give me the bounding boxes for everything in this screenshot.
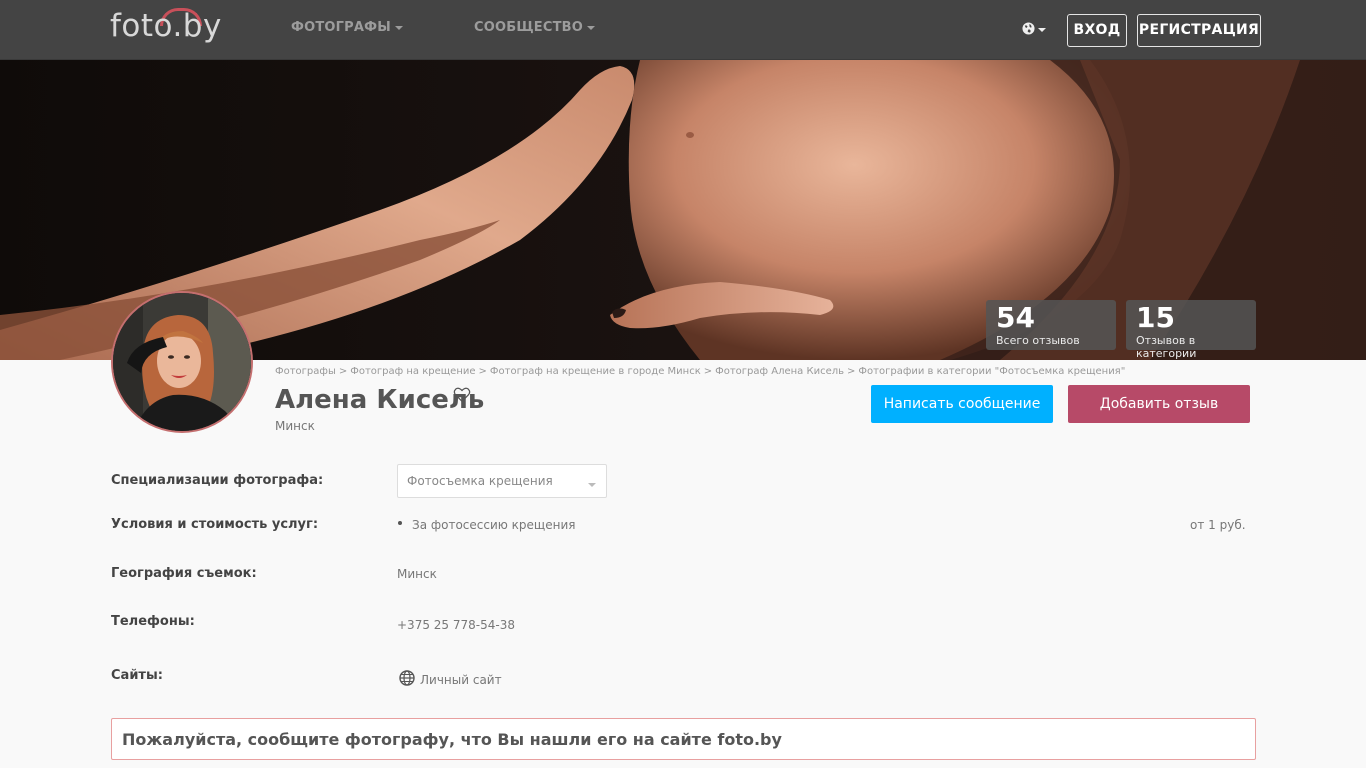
heart-icon[interactable] xyxy=(453,386,471,404)
login-button[interactable]: ВХОД xyxy=(1067,14,1127,47)
breadcrumb-christening[interactable]: Фотограф на крещение xyxy=(350,366,475,377)
breadcrumb-separator: > xyxy=(847,366,856,377)
add-review-button[interactable]: Добавить отзыв xyxy=(1068,385,1250,423)
globe-icon xyxy=(399,670,415,686)
breadcrumb-photographers[interactable]: Фотографы xyxy=(275,366,336,377)
notice-banner: Пожалуйста, сообщите фотографу, что Вы н… xyxy=(111,718,1256,760)
notice-text: Пожалуйста, сообщите фотографу, что Вы н… xyxy=(122,730,782,749)
list-bullet xyxy=(398,521,402,525)
breadcrumb-separator: > xyxy=(703,366,713,377)
top-navbar: foto.by ФОТОГРАФЫ СООБЩЕСТВО ВХОД РЕГИСТ… xyxy=(0,0,1366,60)
breadcrumb-photographer[interactable]: Фотограф Алена Кисель xyxy=(715,366,844,377)
services-label: Условия и стоимость услуг: xyxy=(111,517,319,532)
breadcrumb-separator: > xyxy=(338,366,348,377)
phone-number[interactable]: +375 25 778-54-38 xyxy=(397,618,515,632)
nav-photographers-label: ФОТОГРАФЫ xyxy=(291,20,391,35)
send-message-button[interactable]: Написать сообщение xyxy=(871,385,1053,423)
globe-icon xyxy=(1022,22,1035,35)
nav-photographers[interactable]: ФОТОГРАФЫ xyxy=(291,20,403,35)
nav-community[interactable]: СООБЩЕСТВО xyxy=(474,20,596,35)
chevron-down-icon xyxy=(1038,28,1046,32)
category-reviews-label: Отзывов в категории xyxy=(1136,334,1197,360)
breadcrumb: Фотографы > Фотограф на крещение > Фотограф … xyxy=(275,366,1125,377)
register-button[interactable]: РЕГИСТРАЦИЯ xyxy=(1137,14,1261,47)
logo-text: foto.by xyxy=(110,8,222,44)
chevron-down-icon xyxy=(588,483,596,487)
language-selector[interactable] xyxy=(1022,21,1048,39)
total-reviews-count: 54 xyxy=(996,301,1035,334)
category-reviews-count: 15 xyxy=(1136,301,1175,334)
specialization-selected: Фотосъемка крещения xyxy=(407,474,553,488)
personal-site-label: Личный сайт xyxy=(420,673,502,687)
breadcrumb-christening-minsk[interactable]: Фотограф на крещение в городе Минск xyxy=(490,366,701,377)
service-name: За фотосессию крещения xyxy=(412,518,576,532)
phones-label: Телефоны: xyxy=(111,614,195,629)
specialization-select[interactable]: Фотосъемка крещения xyxy=(397,464,607,498)
avatar-image xyxy=(113,293,251,431)
total-reviews-label: Всего отзывов xyxy=(996,334,1080,347)
category-reviews-stat[interactable]: 15 Отзывов в категории xyxy=(1126,300,1256,360)
site-logo[interactable]: foto.by xyxy=(110,4,240,48)
specializations-label: Специализации фотографа: xyxy=(111,473,324,488)
chevron-down-icon xyxy=(587,25,596,30)
sites-label: Сайты: xyxy=(111,668,163,683)
total-reviews-stat[interactable]: 54 Всего отзывов xyxy=(986,300,1116,350)
avatar[interactable] xyxy=(111,291,253,433)
geography-label: География съемок: xyxy=(111,566,257,581)
breadcrumb-separator: > xyxy=(478,366,487,377)
chevron-down-icon xyxy=(394,25,403,30)
breadcrumb-category-photos[interactable]: Фотографии в категории "Фотосъемка креще… xyxy=(858,366,1125,377)
service-price: от 1 руб. xyxy=(1190,518,1246,532)
photographer-city: Минск xyxy=(275,419,315,433)
geography-value: Минск xyxy=(397,567,437,581)
nav-community-label: СООБЩЕСТВО xyxy=(474,20,584,35)
